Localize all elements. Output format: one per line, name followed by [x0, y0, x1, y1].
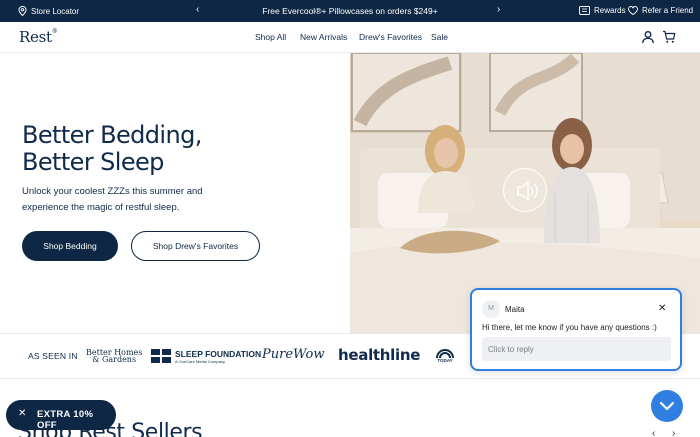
chat-message: Hi there, let me know if you have any qu… [482, 323, 657, 332]
rewards-link[interactable]: Rewards [579, 6, 626, 15]
agent-avatar: M [482, 300, 500, 318]
agent-name: Maita [505, 305, 525, 314]
healthline-logo: healthline [338, 346, 421, 364]
nav-new-arrivals[interactable]: New Arrivals [300, 32, 347, 42]
nav-drews-favorites[interactable]: Drew's Favorites [359, 32, 422, 42]
rewards-card-icon [579, 6, 590, 15]
hero-title: Better Bedding, Better Sleep [22, 122, 202, 176]
today-wordmark: TODAY [437, 358, 453, 363]
logo-registered-mark: ® [51, 28, 58, 35]
discount-label: EXTRA 10% OFF [37, 409, 94, 431]
nav-shop-all[interactable]: Shop All [255, 32, 286, 42]
shop-drews-favorites-button[interactable]: Shop Drew's Favorites [131, 231, 260, 261]
rewards-label: Rewards [594, 6, 626, 15]
as-seen-in-label: AS SEEN IN [28, 351, 78, 361]
account-icon[interactable] [641, 30, 655, 44]
shop-bedding-button[interactable]: Shop Bedding [22, 231, 118, 261]
site-header: Rest® Shop All New Arrivals Drew's Favor… [0, 22, 700, 53]
sleep-foundation-mark-icon [151, 349, 171, 363]
today-sun-icon [436, 349, 454, 358]
speaker-icon [517, 181, 538, 201]
nav-sale[interactable]: Sale [431, 32, 448, 42]
chevron-down-icon [659, 401, 675, 411]
refer-friend-label: Refer a Friend [642, 6, 694, 15]
promo-next-arrow[interactable]: › [497, 4, 500, 15]
better-homes-gardens-logo: Better Homes & Gardens [86, 349, 142, 364]
sleep-foundation-tagline: A OneCare Media Company [175, 359, 226, 364]
hero-title-line-2: Better Sleep [22, 148, 164, 176]
carousel-prev-arrow[interactable]: ‹ [652, 428, 655, 437]
chat-popup: M Maita ✕ Hi there, let me know if you h… [470, 288, 682, 371]
purewow-logo: PureWow [262, 347, 325, 362]
play-video-button[interactable] [503, 168, 547, 212]
extra-discount-pill[interactable]: ✕ EXTRA 10% OFF [6, 400, 116, 431]
heart-icon [628, 6, 638, 15]
rest-logo[interactable]: Rest® [19, 28, 58, 46]
announcement-bar: Store Locator ‹ Free Evercool®+ Pillowca… [0, 0, 700, 22]
refer-friend-link[interactable]: Refer a Friend [628, 6, 693, 15]
cart-icon[interactable] [662, 30, 676, 44]
chat-toggle-button[interactable] [651, 390, 683, 422]
discount-close-icon[interactable]: ✕ [18, 408, 26, 419]
hero-subtitle: Unlock your coolest ZZZs this summer and… [22, 186, 203, 213]
chat-reply-input[interactable] [482, 337, 671, 361]
hero-title-line-1: Better Bedding, [22, 121, 202, 149]
logo-text: Rest [19, 28, 52, 46]
chat-close-icon[interactable]: ✕ [658, 303, 666, 314]
bhg-line-2: & Gardens [92, 355, 137, 364]
today-logo: TODAY [435, 348, 455, 364]
sleep-foundation-wordmark: SLEEP FOUNDATION [175, 349, 262, 359]
carousel-next-arrow[interactable]: › [672, 428, 675, 437]
